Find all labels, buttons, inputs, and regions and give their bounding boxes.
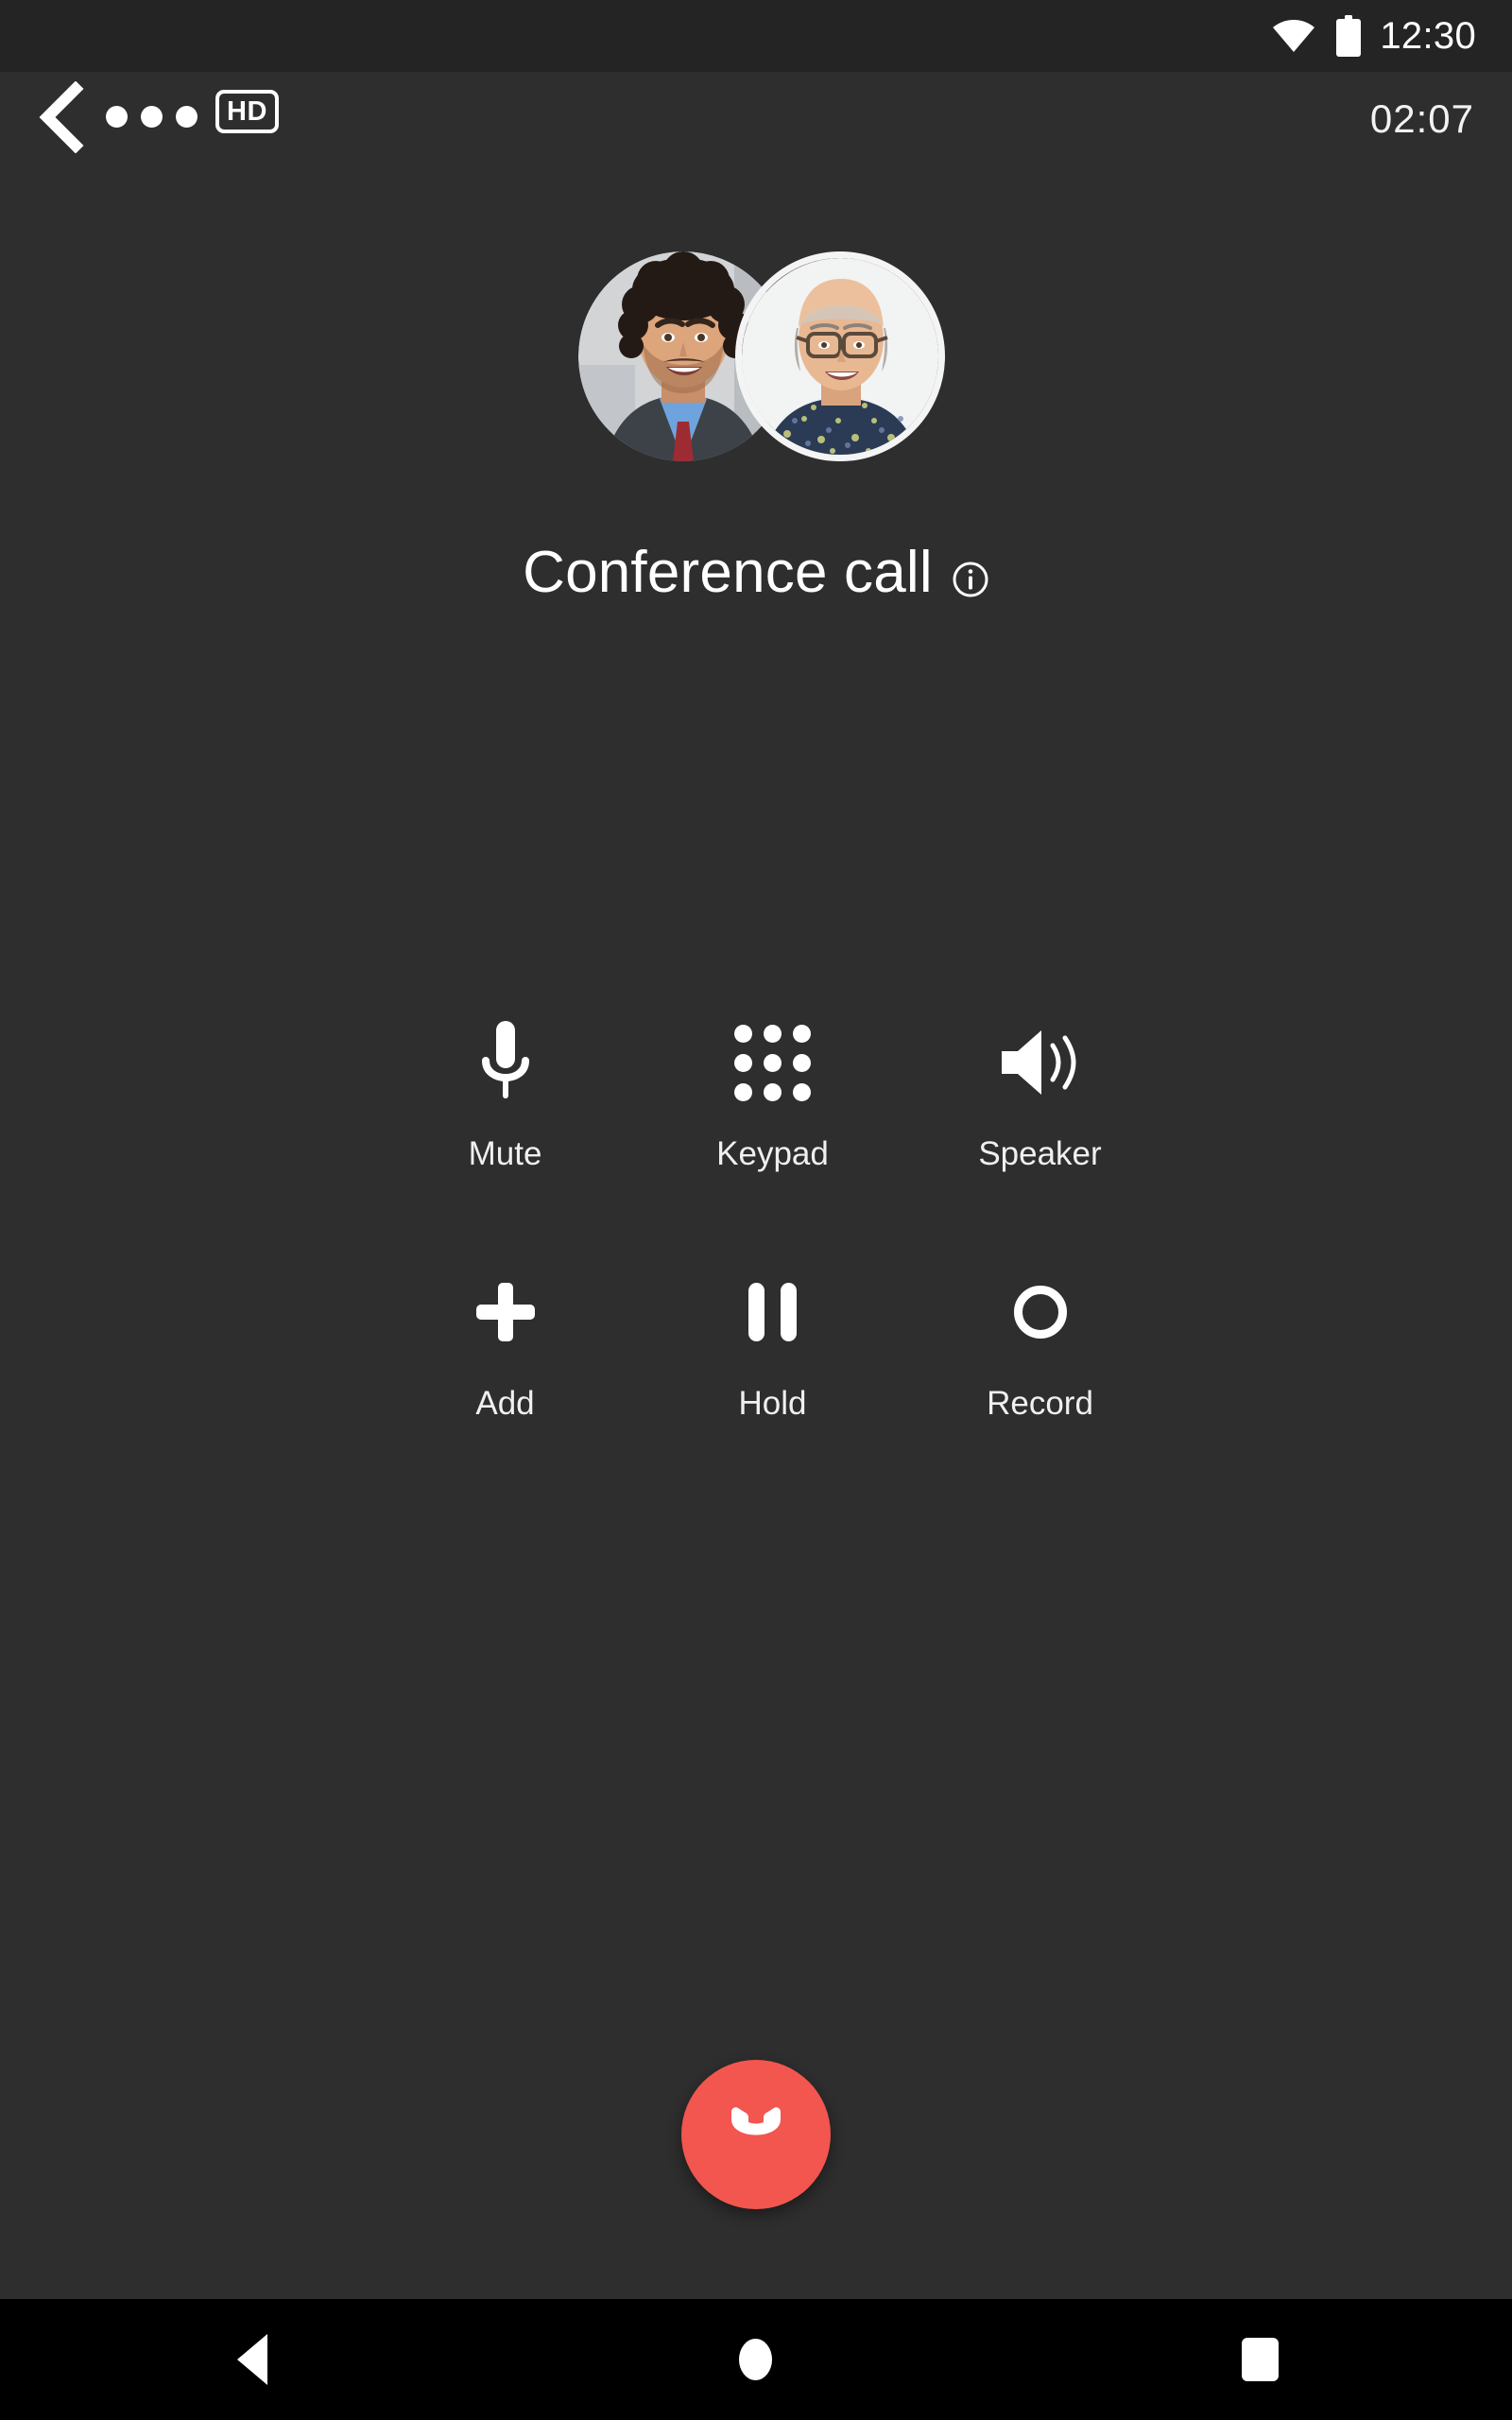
end-call-handset-icon [731,2107,781,2135]
battery-full-icon [1336,15,1362,57]
keypad-dot [764,1053,782,1072]
plus-icon [371,1269,639,1356]
keypad-dot [793,1053,811,1072]
dot [176,106,198,128]
keypad-button[interactable]: Keypad [639,1019,906,1170]
keypad-dot [734,1082,752,1101]
hold-label: Hold [738,1385,807,1422]
call-title-row: Conference call [0,539,1512,606]
call-header-bar: HD 02:07 [0,72,1512,163]
nav-home-circle-icon [739,2339,773,2380]
call-screen: 12:30 HD 02:07 Conference call Mute Keyp… [0,0,1512,2420]
call-actions-row-1: Mute Keypad Speaker [371,1019,1175,1170]
keypad-dot [764,1082,782,1101]
status-bar-clock: 12:30 [1380,15,1476,57]
keypad-dot [793,1082,811,1101]
nav-home-button[interactable] [614,2299,898,2420]
nav-back-button[interactable] [111,2299,394,2420]
call-actions-grid: Mute Keypad Speaker Add Hold Record [371,1019,1175,1420]
more-options-dots-icon[interactable] [106,106,198,128]
status-bar: 12:30 [0,0,1512,72]
nav-recents-square-icon [1241,2338,1279,2381]
dot [106,106,128,128]
record-button[interactable]: Record [906,1269,1174,1420]
mute-button[interactable]: Mute [371,1019,639,1170]
keypad-dot [734,1053,752,1072]
keypad-dot [793,1024,811,1043]
hold-button[interactable]: Hold [639,1269,906,1420]
back-chevron-icon[interactable] [28,81,94,153]
nav-back-triangle-icon [236,2334,267,2385]
call-actions-row-2: Add Hold Record [371,1269,1175,1420]
pause-bar [781,1283,797,1341]
record-circle-icon [906,1269,1174,1356]
nav-recents-button[interactable] [1118,2299,1401,2420]
wifi-icon [1273,20,1315,52]
mute-label: Mute [468,1135,542,1172]
hd-badge: HD [215,90,279,133]
pause-icon [639,1269,906,1356]
microphone-icon [371,1019,639,1106]
record-label: Record [987,1385,1093,1422]
speaker-icon [906,1019,1174,1106]
add-label: Add [475,1385,535,1422]
keypad-label: Keypad [716,1135,829,1172]
end-call-button[interactable] [681,2060,831,2209]
dialpad-icon [639,1019,906,1106]
add-call-button[interactable]: Add [371,1269,639,1420]
pause-bar [748,1283,765,1341]
info-circle-icon[interactable] [952,561,989,598]
call-title: Conference call [523,540,933,605]
android-nav-bar [0,2299,1512,2420]
call-duration: 02:07 [1369,96,1474,141]
keypad-dot [734,1024,752,1043]
dot [141,106,163,128]
keypad-dot [764,1024,782,1043]
status-bar-icons [1272,15,1362,57]
participant-avatars [0,251,1512,467]
speaker-label: Speaker [978,1135,1102,1172]
speaker-button[interactable]: Speaker [906,1019,1174,1170]
avatar-participant-2 [735,251,945,461]
